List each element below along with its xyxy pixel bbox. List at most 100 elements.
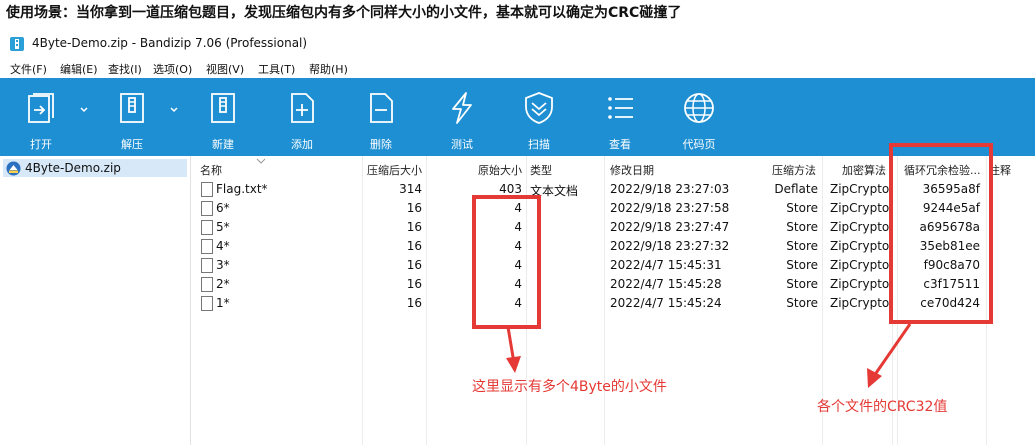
title-bar: 4Byte-Demo.zip - Bandizip 7.06 (Professi…: [0, 32, 1035, 56]
encryption-cell: ZipCrypto: [830, 182, 890, 196]
scan-icon: [525, 92, 553, 124]
column-header-encryption[interactable]: 加密算法: [842, 162, 886, 178]
extract-label: 解压: [121, 138, 143, 151]
new-archive-button[interactable]: 新建: [191, 78, 255, 156]
encryption-cell: ZipCrypto: [830, 258, 890, 272]
encryption-cell: ZipCrypto: [830, 277, 890, 291]
open-button[interactable]: 打开: [9, 78, 73, 156]
extract-dropdown-chevron-icon[interactable]: [168, 96, 180, 126]
menu-options[interactable]: 选项(O): [153, 61, 192, 77]
codepage-label: 代码页: [682, 138, 716, 151]
view-label: 查看: [609, 138, 631, 151]
modified-cell: 2022/9/18 23:27:03: [610, 182, 730, 196]
crc-annotation: 各个文件的CRC32值: [817, 399, 948, 415]
view-button[interactable]: 查看: [588, 78, 652, 156]
name-cell: 4*: [216, 239, 230, 253]
name-cell: 3*: [216, 258, 230, 272]
menu-find[interactable]: 查找(I): [108, 61, 142, 77]
method-cell: Store: [786, 258, 818, 272]
name-cell: 1*: [216, 296, 230, 310]
name-cell: 6*: [216, 201, 230, 215]
open-dropdown-chevron-icon[interactable]: [78, 96, 90, 126]
method-cell: Store: [786, 277, 818, 291]
packed-size-cell: 314: [399, 182, 422, 196]
modified-cell: 2022/9/18 23:27:47: [610, 220, 730, 234]
column-header-packed-size[interactable]: 压缩后大小: [352, 162, 422, 178]
modified-cell: 2022/9/18 23:27:32: [610, 239, 730, 253]
encryption-cell: ZipCrypto: [830, 296, 890, 310]
menu-help[interactable]: 帮助(H): [309, 61, 348, 77]
encryption-cell: ZipCrypto: [830, 201, 890, 215]
archive-icon: [6, 161, 21, 176]
packed-size-cell: 16: [406, 277, 422, 291]
original-size-cell: 403: [499, 182, 522, 196]
delete-label: 删除: [370, 138, 392, 151]
file-icon: [201, 182, 213, 197]
modified-cell: 2022/4/7 15:45:31: [610, 258, 722, 272]
name-cell: 5*: [216, 220, 230, 234]
open-icon: [28, 93, 54, 123]
menu-edit[interactable]: 编辑(E): [60, 61, 98, 77]
name-cell: 2*: [216, 277, 230, 291]
column-header-method[interactable]: 压缩方法: [772, 162, 816, 178]
packed-size-cell: 16: [406, 220, 422, 234]
file-icon: [201, 239, 213, 254]
codepage-icon: [684, 93, 714, 123]
new-archive-label: 新建: [212, 138, 234, 151]
encryption-cell: ZipCrypto: [830, 239, 890, 253]
view-icon: [608, 97, 633, 119]
modified-cell: 2022/4/7 15:45:28: [610, 277, 722, 291]
column-header-modified[interactable]: 修改日期: [610, 162, 654, 178]
file-icon: [201, 296, 213, 311]
menu-bar: 文件(F) 编辑(E) 查找(I) 选项(O) 视图(V) 工具(T) 帮助(H…: [0, 58, 1035, 78]
menu-file[interactable]: 文件(F): [10, 61, 47, 77]
extract-icon: [120, 93, 144, 123]
packed-size-cell: 16: [406, 258, 422, 272]
scan-button[interactable]: 扫描: [507, 78, 571, 156]
name-cell: Flag.txt*: [216, 182, 268, 196]
method-cell: Store: [786, 296, 818, 310]
modified-cell: 2022/4/7 15:45:24: [610, 296, 722, 310]
method-cell: Store: [786, 201, 818, 215]
method-cell: Store: [786, 239, 818, 253]
packed-size-cell: 16: [406, 239, 422, 253]
menu-tools[interactable]: 工具(T): [258, 61, 295, 77]
sort-chevron-icon: [256, 158, 266, 164]
size-annotation: 这里显示有多个4Byte的小文件: [472, 379, 667, 395]
bandizip-app-icon: [10, 37, 24, 51]
tree-item-label: 4Byte-Demo.zip: [25, 161, 121, 175]
encryption-cell: ZipCrypto: [830, 220, 890, 234]
delete-icon: [370, 93, 393, 123]
folder-tree: 4Byte-Demo.zip: [0, 156, 191, 445]
column-header-original-size[interactable]: 原始大小: [462, 162, 522, 178]
file-icon: [201, 258, 213, 273]
file-icon: [201, 220, 213, 235]
add-icon: [291, 93, 314, 123]
packed-size-cell: 16: [406, 201, 422, 215]
new-archive-icon: [211, 93, 235, 123]
add-button[interactable]: 添加: [270, 78, 334, 156]
file-icon: [201, 201, 213, 216]
toolbar: 打开 解压 新建 添加 删除 测试 扫描 查看 代码页: [0, 78, 1035, 156]
scan-label: 扫描: [528, 138, 550, 151]
test-icon: [452, 92, 472, 124]
test-button[interactable]: 测试: [430, 78, 494, 156]
modified-cell: 2022/9/18 23:27:58: [610, 201, 730, 215]
packed-size-cell: 16: [406, 296, 422, 310]
crc-highlight-box: [889, 143, 993, 324]
delete-button[interactable]: 删除: [349, 78, 413, 156]
method-cell: Store: [786, 220, 818, 234]
size-arrow-icon: [506, 326, 521, 373]
codepage-button[interactable]: 代码页: [667, 78, 731, 156]
column-header-type[interactable]: 类型: [530, 162, 552, 178]
add-label: 添加: [291, 138, 313, 151]
tree-item-archive[interactable]: 4Byte-Demo.zip: [3, 159, 187, 177]
size-highlight-box: [472, 195, 541, 329]
menu-view[interactable]: 视图(V): [206, 61, 244, 77]
open-label: 打开: [30, 138, 52, 151]
column-header-name[interactable]: 名称: [200, 162, 222, 178]
extract-button[interactable]: 解压: [100, 78, 164, 156]
test-label: 测试: [451, 138, 473, 151]
page-heading: 使用场景：当你拿到一道压缩包题目，发现压缩包内有多个同样大小的小文件，基本就可以…: [6, 5, 682, 21]
file-icon: [201, 277, 213, 292]
